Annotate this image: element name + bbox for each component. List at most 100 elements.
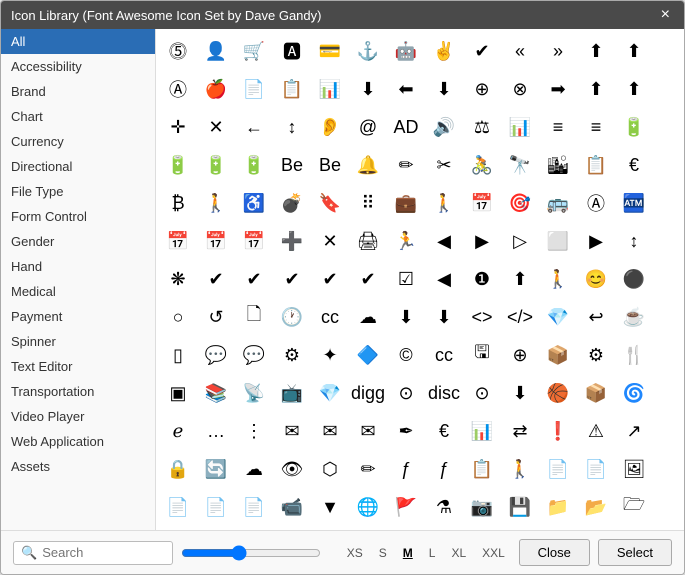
icon-cell[interactable]: ƒ [426, 451, 462, 487]
icon-cell[interactable]: 🤖 [388, 33, 424, 69]
sidebar-item-accessibility[interactable]: Accessibility [1, 54, 155, 79]
icon-cell[interactable]: 📊 [312, 71, 348, 107]
sidebar-item-all[interactable]: All [1, 29, 155, 54]
icon-cell[interactable]: 🔖 [312, 185, 348, 221]
icon-cell[interactable]: ⊕ [464, 71, 500, 107]
icon-cell[interactable]: ↕ [616, 223, 652, 259]
icon-cell[interactable]: Ⓐ [578, 185, 614, 221]
icon-cell[interactable]: 🌐 [350, 489, 386, 525]
icon-cell[interactable]: ↗ [616, 413, 652, 449]
icon-cell[interactable]: ✕ [198, 109, 234, 145]
icon-cell[interactable]: 🔄 [198, 451, 234, 487]
icon-cell[interactable]: ₿ [160, 185, 196, 221]
icon-cell[interactable]: 🏀 [540, 375, 576, 411]
icon-cell[interactable]: 🔊 [426, 109, 462, 145]
icon-cell[interactable]: ⋮ [236, 413, 272, 449]
icon-cell[interactable]: 🚶 [502, 451, 538, 487]
icon-cell[interactable]: 😊 [578, 261, 614, 297]
icon-cell[interactable]: 💬 [236, 337, 272, 373]
icon-cell[interactable]: Ⓐ [160, 71, 196, 107]
icon-cell[interactable]: ✏ [350, 451, 386, 487]
icon-cell[interactable]: ➡ [540, 71, 576, 107]
icon-cell[interactable]: ✔ [312, 261, 348, 297]
icon-cell[interactable]: ⚙ [274, 337, 310, 373]
icon-cell[interactable]: AD [388, 109, 424, 145]
icon-cell[interactable]: ⚗ [426, 489, 462, 525]
icon-cell[interactable]: 📋 [464, 451, 500, 487]
icon-cell[interactable]: disc [426, 375, 462, 411]
icon-cell[interactable]: 🔷 [350, 337, 386, 373]
icon-cell[interactable]: ◀ [426, 223, 462, 259]
icon-cell[interactable]: ⬇ [350, 71, 386, 107]
icon-cell[interactable]: ← [236, 109, 272, 145]
sidebar-item-currency[interactable]: Currency [1, 129, 155, 154]
icon-cell[interactable]: ⬡ [312, 451, 348, 487]
icon-cell[interactable]: ❗ [540, 413, 576, 449]
icon-cell[interactable]: 🔋 [236, 147, 272, 183]
icon-cell[interactable]: ✉ [350, 413, 386, 449]
icon-cell[interactable]: ☑ [388, 261, 424, 297]
icon-cell[interactable]: 🚶 [540, 261, 576, 297]
icon-cell[interactable]: ↕ [274, 109, 310, 145]
icon-cell[interactable]: ✌ [426, 33, 462, 69]
icon-cell[interactable]: <> [464, 299, 500, 335]
icon-cell[interactable]: 🚩 [388, 489, 424, 525]
icon-cell[interactable]: 💼 [388, 185, 424, 221]
icon-cell[interactable]: ✔ [198, 261, 234, 297]
icon-cell[interactable]: ⬆ [578, 33, 614, 69]
icon-cell[interactable]: ▯ [160, 337, 196, 373]
sidebar-item-hand[interactable]: Hand [1, 254, 155, 279]
icon-cell[interactable]: 📋 [274, 71, 310, 107]
icon-cell[interactable]: cc [312, 299, 348, 335]
icon-cell[interactable]: 🔭 [502, 147, 538, 183]
sidebar-item-form-control[interactable]: Form Control [1, 204, 155, 229]
icon-cell[interactable]: 🍴 [616, 337, 652, 373]
icon-cell[interactable]: 📷 [464, 489, 500, 525]
size-option-xxl[interactable]: XXL [478, 545, 509, 561]
icon-cell[interactable]: ❶ [464, 261, 500, 297]
icon-cell[interactable]: ⠿ [350, 185, 386, 221]
sidebar-item-text-editor[interactable]: Text Editor [1, 354, 155, 379]
icon-cell[interactable]: ⇄ [502, 413, 538, 449]
icon-cell[interactable]: 📡 [236, 375, 272, 411]
icon-cell[interactable]: ≡ [578, 109, 614, 145]
icon-cell[interactable]: » [540, 33, 576, 69]
icon-cell[interactable]: ▣ [160, 375, 196, 411]
icon-cell[interactable]: 🕐 [274, 299, 310, 335]
icon-cell[interactable]: ⚙ [578, 337, 614, 373]
icon-cell[interactable]: ⊕ [502, 337, 538, 373]
icon-cell[interactable]: 📺 [274, 375, 310, 411]
select-button[interactable]: Select [598, 539, 672, 566]
icon-cell[interactable]: 🏃 [388, 223, 424, 259]
icon-cell[interactable]: 📄 [540, 451, 576, 487]
size-option-s[interactable]: S [375, 545, 391, 561]
icon-cell[interactable]: ✒ [388, 413, 424, 449]
icon-cell[interactable]: 🔒 [160, 451, 196, 487]
icon-cell[interactable]: ↺ [198, 299, 234, 335]
size-option-xs[interactable]: XS [343, 545, 367, 561]
icon-cell[interactable]: ☁ [350, 299, 386, 335]
icon-cell[interactable]: ⬇ [502, 375, 538, 411]
icon-cell[interactable]: ▷ [502, 223, 538, 259]
icon-cell[interactable]: ⊗ [502, 71, 538, 107]
icon-cell[interactable]: ⓹ [160, 33, 196, 69]
size-option-xl[interactable]: XL [447, 545, 470, 561]
icon-cell[interactable]: 📄 [198, 489, 234, 525]
icon-cell[interactable]: 🖫 [464, 337, 500, 373]
icon-cell[interactable]: 🗁 [616, 489, 652, 525]
icon-cell[interactable]: ⬇ [426, 71, 462, 107]
icon-cell[interactable]: 📦 [540, 337, 576, 373]
sidebar-item-directional[interactable]: Directional [1, 154, 155, 179]
icon-cell[interactable]: « [502, 33, 538, 69]
icon-cell[interactable]: ↩ [578, 299, 614, 335]
icon-cell[interactable]: ✦ [312, 337, 348, 373]
icon-cell[interactable]: </> [502, 299, 538, 335]
sidebar-item-chart[interactable]: Chart [1, 104, 155, 129]
icon-cell[interactable]: 🖼 [616, 451, 652, 487]
icon-cell[interactable]: 👁 [274, 451, 310, 487]
icon-cell[interactable]: ƒ [388, 451, 424, 487]
size-option-m[interactable]: M [399, 545, 417, 561]
icon-cell[interactable]: € [426, 413, 462, 449]
icon-cell[interactable]: 📋 [578, 147, 614, 183]
icon-cell[interactable]: ✔ [350, 261, 386, 297]
